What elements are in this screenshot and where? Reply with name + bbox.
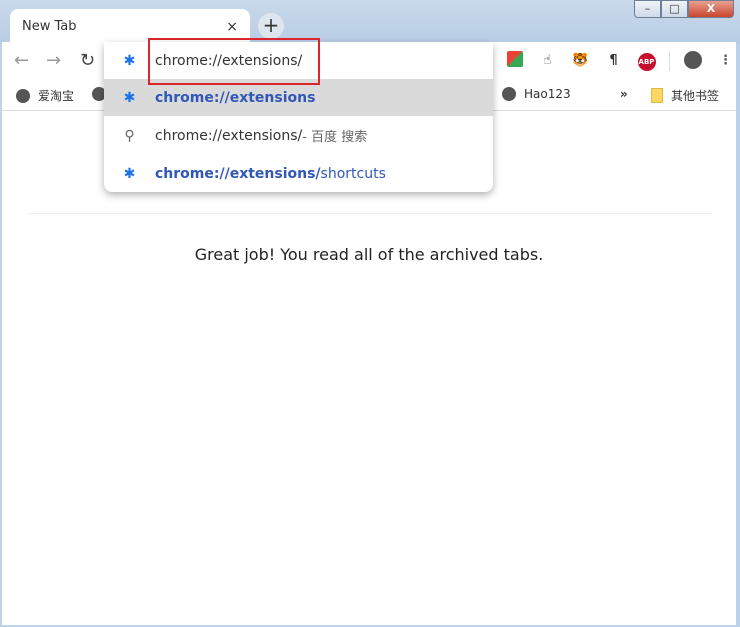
profile-avatar-icon[interactable]: [676, 51, 709, 71]
suggestion-match: chrome://extensions: [155, 89, 316, 106]
suggestion-item[interactable]: ⚲ chrome://extensions/ - 百度 搜索: [104, 117, 493, 154]
bookmarks-overflow-button[interactable]: »: [620, 87, 628, 101]
extension-adblock-icon[interactable]: ABP: [630, 51, 663, 71]
menu-kebab-icon[interactable]: ⋮: [709, 51, 740, 71]
back-icon[interactable]: ←: [14, 50, 29, 71]
globe-icon: [16, 88, 30, 103]
tab-title: New Tab: [22, 19, 77, 34]
folder-icon: [651, 88, 663, 103]
suggestion-text: chrome://extensions/: [155, 127, 303, 144]
tab-close-icon[interactable]: ×: [226, 19, 238, 35]
suggestion-suffix: - 百度 搜索: [302, 130, 368, 145]
abp-badge: ABP: [637, 53, 656, 71]
bookmark-hao123[interactable]: Hao123: [502, 87, 571, 101]
annotation-highlight-box: [148, 38, 320, 85]
search-icon: ⚲: [124, 127, 135, 144]
suggestion-rest: shortcuts: [320, 165, 386, 182]
extension-tampermonkey-icon[interactable]: 🐯: [564, 51, 597, 71]
suggestion-match: chrome://extensions/: [155, 165, 321, 182]
puzzle-icon: ✱: [123, 165, 136, 182]
suggestion-item[interactable]: ✱ chrome://extensions/shortcuts: [104, 155, 493, 192]
bookmark-label: Hao123: [524, 87, 571, 101]
close-window-button[interactable]: X: [688, 0, 734, 18]
extension-touch-icon[interactable]: ☝: [531, 51, 564, 71]
extension-pilcrow-icon[interactable]: ¶: [597, 51, 630, 71]
bookmark-label: 爱淘宝: [38, 89, 75, 103]
other-bookmarks-folder[interactable]: 其他书签: [651, 87, 719, 104]
globe-icon: [502, 87, 516, 101]
minimize-button[interactable]: –: [634, 0, 661, 18]
puzzle-icon: ✱: [123, 89, 136, 106]
bookmark-aitaobao[interactable]: 爱淘宝: [16, 87, 74, 104]
new-tab-button[interactable]: +: [258, 13, 284, 39]
extension-lightning-icon[interactable]: [498, 51, 531, 71]
bookmark-label: 其他书签: [671, 89, 720, 103]
reload-icon[interactable]: ↻: [80, 50, 95, 71]
archived-tabs-message: Great job! You read all of the archived …: [194, 245, 544, 264]
forward-icon[interactable]: →: [46, 50, 61, 71]
content-divider: [28, 213, 712, 214]
maximize-button[interactable]: □: [661, 0, 688, 18]
